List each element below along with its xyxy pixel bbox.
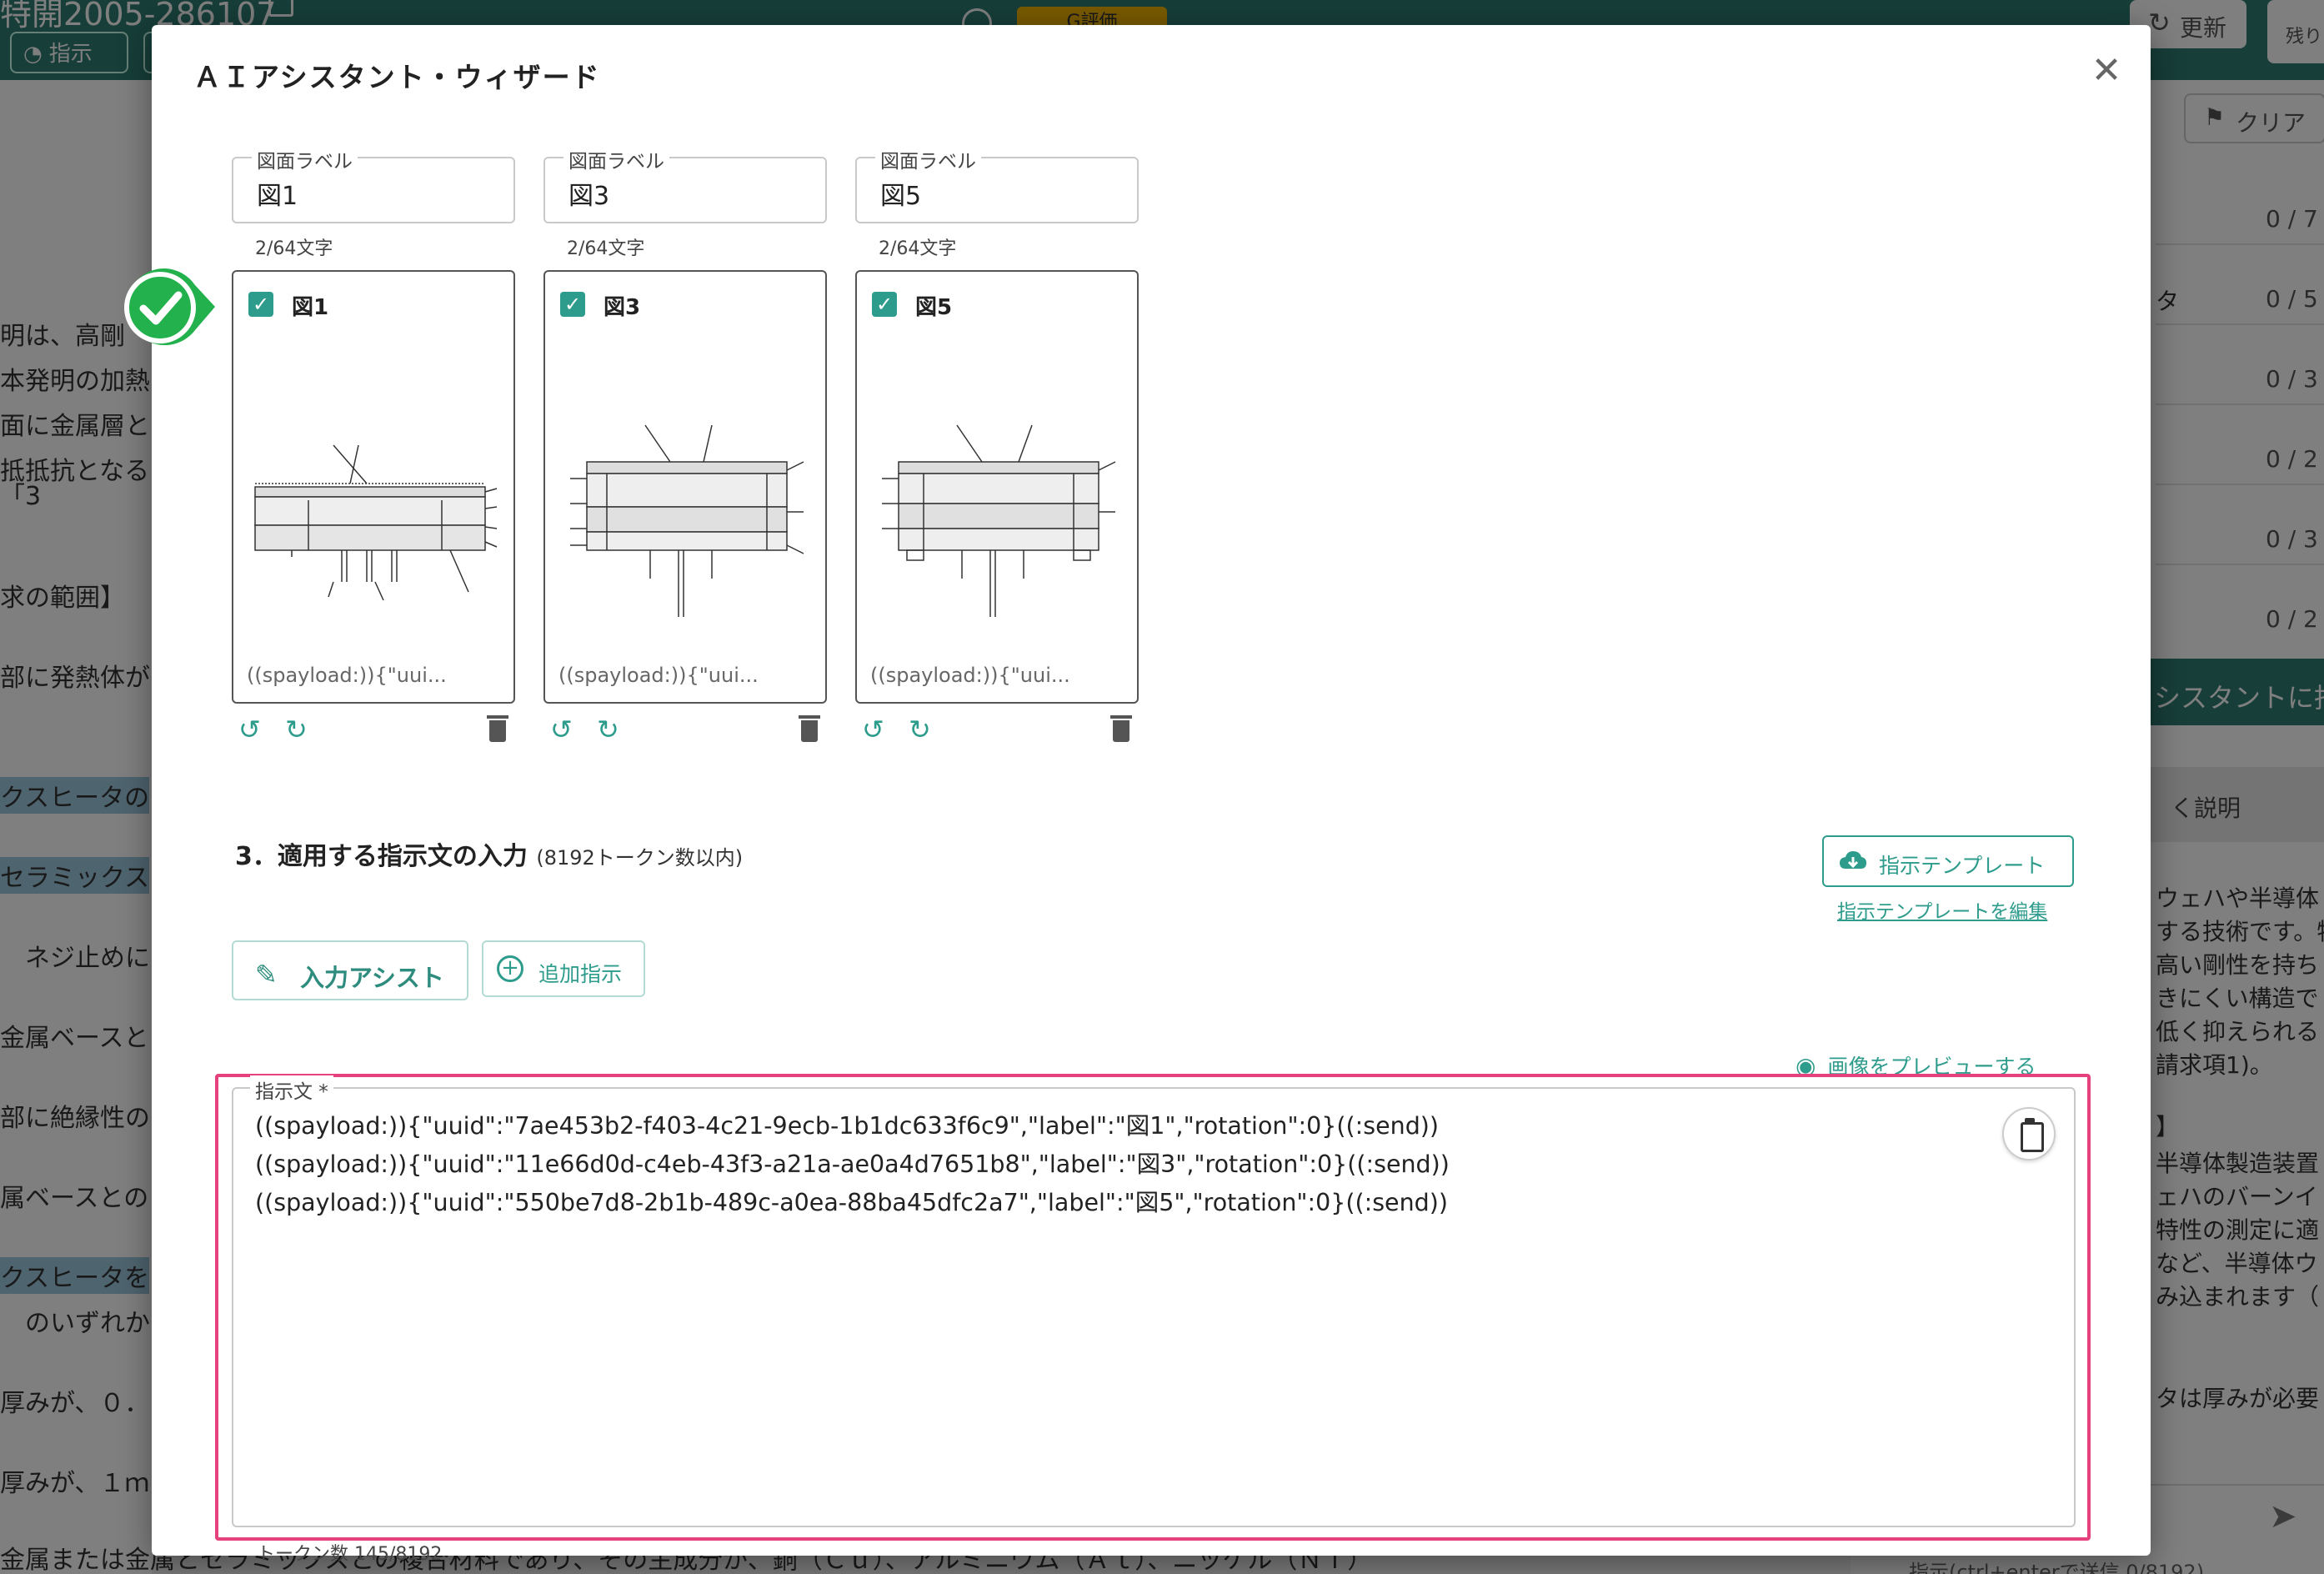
token-count: トークン数 145/8192 [257,1544,443,1565]
instruction-template-button[interactable]: 指示テンプレート [1822,835,2074,887]
section3-title: 3．適用する指示文の入力 (8192トークン数以内) [235,835,743,872]
figure-label-caption: 図面ラベル [252,145,358,173]
check-success-icon [124,268,215,345]
char-counter: 2/64文字 [879,238,957,259]
figure-label-field[interactable]: 図面ラベル 図1 [232,145,515,223]
rotate-right-icon[interactable]: ↻ [909,714,931,745]
char-counter: 2/64文字 [255,238,333,259]
figure-name: 図5 [915,295,953,320]
add-instruction-label: 追加指示 [538,962,623,986]
delete-icon[interactable] [1110,714,1132,742]
figure-payload-preview: ((spayload:)){"uui... [870,664,1070,687]
input-assist-button[interactable]: ✎ 入力アシスト [232,940,468,1000]
rotate-left-icon[interactable]: ↺ [550,714,573,745]
figure-thumbnail [882,424,1116,617]
cloud-download-icon [1840,851,1866,869]
figure-label-caption: 図面ラベル [563,145,669,173]
figure-card[interactable]: ✓ 図5 ((spayload:)){"uui... [855,270,1139,704]
figure-name: 図1 [292,295,329,320]
instruction-text[interactable]: ((spayload:)){"uuid":"7ae453b2-f403-4c21… [255,1107,1450,1222]
figure-checkbox[interactable]: ✓ [872,292,897,317]
figure-label-field[interactable]: 図面ラベル 図3 [543,145,827,223]
pencil-icon: ✎ [255,959,278,990]
instruction-template-label: 指示テンプレート [1879,854,2046,878]
figure-name: 図3 [604,295,641,320]
plus-circle-icon: + [497,955,523,982]
modal-title: ＡＩアシスタント・ウィザード [193,61,601,93]
figure-label-field[interactable]: 図面ラベル 図5 [855,145,1139,223]
instruction-textarea[interactable]: 指示文 * ((spayload:)){"uuid":"7ae453b2-f40… [232,1075,2076,1527]
char-counter: 2/64文字 [567,238,645,259]
rotate-left-icon[interactable]: ↺ [862,714,884,745]
section3-subtitle: (8192トークン数以内) [536,846,744,870]
figure-card[interactable]: ✓ 図3 ((spayload:)){"uui... [543,270,827,704]
delete-icon[interactable] [799,714,820,742]
figure-card[interactable]: ✓ 図1 ((spayload:)){"uui... [232,270,515,704]
figure-label-value: 図5 [880,182,922,211]
figure-thumbnail [254,444,498,601]
add-instruction-button[interactable]: + 追加指示 [482,940,645,997]
delete-icon[interactable] [487,714,508,742]
figure-label-caption: 図面ラベル [875,145,981,173]
figure-label-value: 図1 [257,182,298,211]
section3-heading: 3．適用する指示文の入力 [235,842,528,871]
edit-template-link[interactable]: 指示テンプレートを編集 [1837,895,2047,924]
clipboard-icon[interactable] [2002,1107,2056,1160]
instruction-textarea-label: 指示文 * [250,1075,333,1104]
figure-payload-preview: ((spayload:)){"uui... [247,664,447,687]
figure-checkbox[interactable]: ✓ [560,292,585,317]
figure-payload-preview: ((spayload:)){"uui... [558,664,759,687]
figure-checkbox[interactable]: ✓ [248,292,273,317]
rotate-right-icon[interactable]: ↻ [285,714,308,745]
input-assist-label: 入力アシスト [300,964,444,992]
close-icon[interactable]: ✕ [2086,50,2127,92]
rotate-left-icon[interactable]: ↺ [238,714,261,745]
ai-assistant-wizard-modal: ＡＩアシスタント・ウィザード ✕ 図面ラベル 図1 図面ラベル 図3 図面ラベル… [152,25,2151,1565]
figure-label-value: 図3 [568,182,610,211]
figure-thumbnail [570,424,804,617]
rotate-right-icon[interactable]: ↻ [597,714,619,745]
